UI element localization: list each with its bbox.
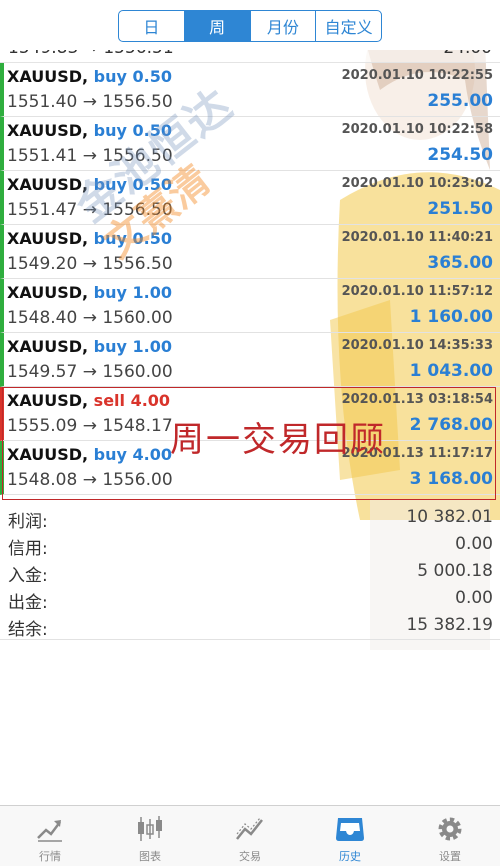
- partial-row-profit: 24.00: [443, 50, 492, 58]
- candlestick-icon: [138, 816, 162, 841]
- trade-type: sell 4.00: [93, 391, 171, 410]
- segment-custom[interactable]: 自定义: [316, 11, 381, 41]
- trade-profit: 255.00: [427, 91, 493, 111]
- tab-label: 交易: [239, 850, 261, 863]
- segment-week[interactable]: 周: [184, 11, 251, 41]
- top-bar: 日 周 月份 自定义: [0, 0, 500, 50]
- trade-profit: 3 168.00: [409, 469, 493, 489]
- tab-label: 历史: [339, 850, 361, 863]
- chart-line-icon: [236, 817, 263, 840]
- summary-row-withdrawal: 出金: 0.00: [0, 586, 500, 613]
- summary-row-profit: 利润: 10 382.01: [0, 505, 500, 532]
- trade-time: 2020.01.10 14:35:33: [341, 338, 493, 353]
- trade-prices: 1555.09 → 1548.17: [7, 416, 173, 436]
- trade-profit: 1 043.00: [409, 361, 493, 381]
- overlay-caption: 周一交易回顾: [170, 420, 386, 460]
- summary-value: 10 382.01: [406, 507, 493, 527]
- summary-label: 结余:: [8, 620, 48, 640]
- summary-label: 入金:: [8, 566, 48, 586]
- tab-label: 图表: [139, 850, 161, 863]
- bottom-tab-bar: 行情 图表 交易 历史 设置: [0, 805, 500, 866]
- summary-value: 0.00: [455, 534, 493, 554]
- account-summary: 利润: 10 382.01 信用: 0.00 入金: 5 000.18 出金: …: [0, 505, 500, 640]
- inbox-icon: [336, 818, 364, 841]
- trade-symbol: XAUUSD, sell 4.00: [7, 391, 171, 410]
- trade-time: 2020.01.10 10:23:02: [341, 176, 493, 191]
- trade-row[interactable]: XAUUSD, buy 0.50 1551.41 → 1556.50 2020.…: [0, 117, 500, 171]
- summary-value: 15 382.19: [406, 615, 493, 635]
- trade-profit: 1 160.00: [409, 307, 493, 327]
- trade-prices: 1548.40 → 1560.00: [7, 308, 173, 328]
- trade-row[interactable]: XAUUSD, buy 0.50 1551.40 → 1556.50 2020.…: [0, 63, 500, 117]
- trade-prices: 1551.40 → 1556.50: [7, 92, 173, 112]
- trade-symbol: XAUUSD, buy 1.00: [7, 283, 172, 302]
- trade-symbol: XAUUSD, buy 0.50: [7, 67, 172, 86]
- trade-time: 2020.01.13 03:18:54: [341, 392, 493, 407]
- trade-type: buy 1.00: [93, 337, 172, 356]
- tab-charts[interactable]: 图表: [100, 806, 200, 866]
- partial-trade-row[interactable]: 1549.83 → 1556.51 24.00: [0, 50, 500, 63]
- trade-symbol: XAUUSD, buy 1.00: [7, 337, 172, 356]
- tab-label: 设置: [439, 850, 461, 863]
- trade-prices: 1549.57 → 1560.00: [7, 362, 173, 382]
- trade-row[interactable]: XAUUSD, buy 1.00 1549.57 → 1560.00 2020.…: [0, 333, 500, 387]
- summary-value: 5 000.18: [417, 561, 493, 581]
- trade-type: buy 0.50: [93, 67, 172, 86]
- tab-history[interactable]: 历史: [300, 806, 400, 866]
- segment-day[interactable]: 日: [119, 11, 185, 41]
- trade-symbol: XAUUSD, buy 4.00: [7, 445, 172, 464]
- segment-month[interactable]: 月份: [251, 11, 317, 41]
- trade-type: buy 1.00: [93, 283, 172, 302]
- trade-time: 2020.01.10 10:22:55: [341, 68, 493, 83]
- tab-trade[interactable]: 交易: [200, 806, 300, 866]
- tab-settings[interactable]: 设置: [400, 806, 500, 866]
- trade-row[interactable]: XAUUSD, buy 0.50 1549.20 → 1556.50 2020.…: [0, 225, 500, 279]
- trade-time: 2020.01.10 10:22:58: [341, 122, 493, 137]
- trade-type: buy 4.00: [93, 445, 172, 464]
- period-segmented-control: 日 周 月份 自定义: [118, 10, 382, 42]
- summary-label: 出金:: [8, 593, 48, 613]
- trade-profit: 365.00: [427, 253, 493, 273]
- trade-row[interactable]: XAUUSD, buy 1.00 1548.40 → 1560.00 2020.…: [0, 279, 500, 333]
- summary-label: 利润:: [8, 512, 48, 532]
- trade-profit: 254.50: [427, 145, 493, 165]
- trade-prices: 1548.08 → 1556.00: [7, 470, 173, 490]
- trade-prices: 1549.20 → 1556.50: [7, 254, 173, 274]
- gear-icon: [438, 817, 462, 841]
- summary-value: 0.00: [455, 588, 493, 608]
- trade-profit: 2 768.00: [409, 415, 493, 435]
- summary-row-deposit: 入金: 5 000.18: [0, 559, 500, 586]
- summary-row-balance: 结余: 15 382.19: [0, 613, 500, 640]
- trade-profit: 251.50: [427, 199, 493, 219]
- tab-quotes[interactable]: 行情: [0, 806, 100, 866]
- trade-time: 2020.01.10 11:57:12: [341, 284, 493, 299]
- trend-arrow-icon: [37, 820, 62, 842]
- trade-time: 2020.01.10 11:40:21: [341, 230, 493, 245]
- tab-label: 行情: [39, 850, 61, 863]
- summary-row-credit: 信用: 0.00: [0, 532, 500, 559]
- divider: [0, 639, 500, 640]
- summary-label: 信用:: [8, 539, 48, 559]
- partial-row-prices: 1549.83 → 1556.51: [8, 50, 174, 58]
